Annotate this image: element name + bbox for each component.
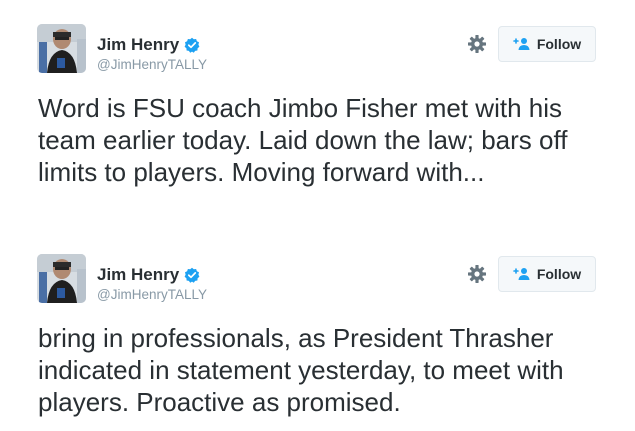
author-name[interactable]: Jim Henry xyxy=(97,265,179,285)
author-name[interactable]: Jim Henry xyxy=(97,35,179,55)
follow-button[interactable]: Follow xyxy=(498,256,596,292)
author-handle[interactable]: @JimHenryTALLY xyxy=(97,57,207,72)
author-row: Jim Henry xyxy=(97,35,200,55)
gear-icon[interactable] xyxy=(467,264,487,284)
follow-label: Follow xyxy=(536,36,582,52)
follow-label: Follow xyxy=(536,266,582,282)
avatar-photo xyxy=(37,254,86,303)
add-user-icon xyxy=(513,267,531,281)
avatar-photo xyxy=(37,24,86,73)
follow-button[interactable]: Follow xyxy=(498,26,596,62)
tweet-text: bring in professionals, as President Thr… xyxy=(38,323,564,417)
avatar[interactable] xyxy=(37,24,86,73)
author-row: Jim Henry xyxy=(97,265,200,285)
verified-badge-icon xyxy=(184,37,200,53)
author-handle[interactable]: @JimHenryTALLY xyxy=(97,287,207,302)
tweet-text: Word is FSU coach Jimbo Fisher met with … xyxy=(38,93,568,187)
add-user-icon xyxy=(513,37,531,51)
verified-badge-icon xyxy=(184,267,200,283)
avatar[interactable] xyxy=(37,254,86,303)
gear-icon[interactable] xyxy=(467,34,487,54)
